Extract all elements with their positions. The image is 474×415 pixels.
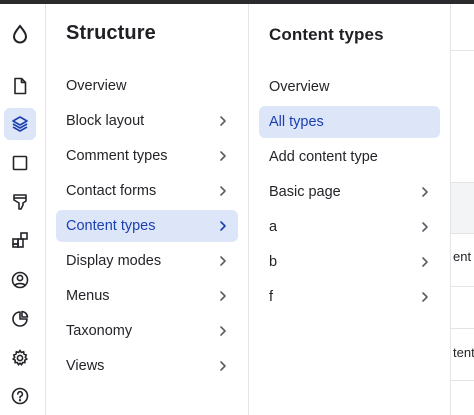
structure-item-views[interactable]: Views	[56, 350, 238, 382]
structure-item-menus[interactable]: Menus	[56, 280, 238, 312]
structure-item-display-modes[interactable]: Display modes	[56, 245, 238, 277]
user-circle-icon[interactable]	[4, 264, 36, 296]
content-types-item-label: f	[269, 289, 274, 305]
document-icon[interactable]	[4, 70, 36, 102]
content-types-item-label: b	[269, 254, 278, 270]
content-types-item-label: Add content type	[269, 149, 378, 165]
structure-item-content-types[interactable]: Content types	[56, 210, 238, 242]
background-page: ent tent	[451, 4, 474, 415]
structure-title: Structure	[66, 22, 156, 44]
structure-item-label: Content types	[66, 218, 156, 234]
content-types-item-b[interactable]: b	[259, 246, 440, 278]
content-types-title: Content types	[269, 25, 384, 44]
content-types-item-all-types[interactable]: All types	[259, 106, 440, 138]
structure-item-label: Views	[66, 358, 105, 374]
structure-item-label: Overview	[66, 78, 127, 94]
content-types-item-add-content-type[interactable]: Add content type	[259, 141, 440, 173]
content-types-item-label: Basic page	[269, 184, 341, 200]
icon-rail	[0, 4, 46, 415]
structure-item-label: Block layout	[66, 113, 145, 129]
structure-item-label: Menus	[66, 288, 110, 304]
content-types-item-label: a	[269, 219, 278, 235]
extend-blocks-icon[interactable]	[4, 224, 36, 256]
content-types-item-overview[interactable]: Overview	[259, 71, 440, 103]
structure-item-label: Contact forms	[66, 183, 157, 199]
structure-item-block-layout[interactable]: Block layout	[56, 105, 238, 137]
gear-icon[interactable]	[4, 342, 36, 374]
structure-item-label: Comment types	[66, 148, 168, 164]
structure-item-comment-types[interactable]: Comment types	[56, 140, 238, 172]
paint-brush-icon[interactable]	[4, 186, 36, 218]
structure-item-contact-forms[interactable]: Contact forms	[56, 175, 238, 207]
drop-logo-icon[interactable]	[4, 18, 36, 50]
background-text-1: ent	[453, 249, 472, 264]
pie-chart-icon[interactable]	[4, 303, 36, 335]
structure-item-label: Taxonomy	[66, 323, 133, 339]
structure-item-taxonomy[interactable]: Taxonomy	[56, 315, 238, 347]
structure-item-overview[interactable]: Overview	[56, 70, 238, 102]
content-types-panel: Content types Overview All types Add conte…	[249, 4, 451, 415]
background-text-2: tent	[453, 345, 474, 360]
content-types-item-a[interactable]: a	[259, 211, 440, 243]
content-types-item-label: All types	[269, 114, 324, 130]
content-types-item-label: Overview	[269, 79, 330, 95]
structure-item-label: Display modes	[66, 253, 162, 269]
square-icon[interactable]	[4, 147, 36, 179]
content-types-item-f[interactable]: f	[259, 281, 440, 313]
layers-icon[interactable]	[4, 108, 36, 140]
help-icon[interactable]	[4, 380, 36, 412]
content-types-item-basic-page[interactable]: Basic page	[259, 176, 440, 208]
structure-panel: Structure Overview Block layout Comment ty…	[46, 4, 249, 415]
